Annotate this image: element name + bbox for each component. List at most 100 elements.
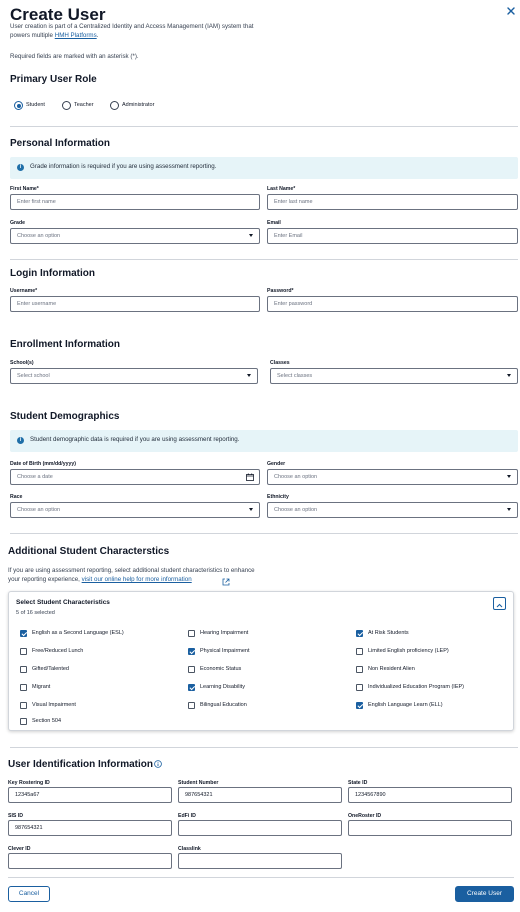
classes-select[interactable]: Select classes bbox=[270, 368, 518, 384]
school-select[interactable]: Select school bbox=[10, 368, 258, 384]
chevron-down-icon bbox=[249, 508, 253, 511]
state-id-label: State ID bbox=[348, 780, 368, 786]
chevron-down-icon bbox=[507, 374, 511, 377]
create-user-button[interactable]: Create User bbox=[455, 886, 514, 902]
gender-label: Gender bbox=[267, 461, 286, 467]
grade-select[interactable]: Choose an option bbox=[10, 228, 260, 244]
cb-visual-impairment-label: Visual Impairment bbox=[32, 702, 76, 708]
cb-section-504-label: Section 504 bbox=[32, 718, 62, 724]
intro-line-2: powers multiple HMH Platforms. bbox=[10, 31, 98, 40]
cb-non-resident-alien-label: Non Resident Alien bbox=[368, 666, 415, 672]
classlink-input[interactable] bbox=[178, 853, 342, 869]
classes-label: Classes bbox=[270, 360, 290, 366]
demographics-info-banner: i Student demographic data is required i… bbox=[10, 430, 518, 452]
characteristics-desc-line-2: your reporting experience, visit our onl… bbox=[8, 575, 192, 584]
cb-hearing-impairment[interactable] bbox=[188, 630, 195, 637]
cb-learning-disability-label: Learning Disability bbox=[200, 684, 245, 690]
hmh-platforms-link[interactable]: HMH Platforms bbox=[55, 32, 97, 39]
gender-select[interactable]: Choose an option bbox=[267, 469, 518, 485]
cb-section-504[interactable] bbox=[20, 718, 27, 725]
info-icon: i bbox=[17, 437, 24, 444]
cb-migrant-label: Migrant bbox=[32, 684, 51, 690]
school-select-value: Select school bbox=[17, 373, 50, 379]
role-student-radio[interactable] bbox=[14, 101, 23, 110]
classes-select-value: Select classes bbox=[277, 373, 313, 379]
close-icon[interactable] bbox=[505, 4, 517, 16]
collapse-button[interactable] bbox=[493, 597, 506, 610]
chevron-down-icon bbox=[507, 475, 511, 478]
oneroster-id-label: OneRoster ID bbox=[348, 813, 382, 819]
grade-info-banner: i Grade information is required if you a… bbox=[10, 157, 518, 179]
divider bbox=[10, 533, 518, 534]
calendar-icon[interactable] bbox=[246, 473, 254, 481]
online-help-link[interactable]: visit our online help for more informati… bbox=[82, 576, 192, 583]
role-teacher-label: Teacher bbox=[74, 102, 94, 108]
password-label: Password* bbox=[267, 288, 294, 294]
password-input[interactable]: Enter password bbox=[267, 296, 518, 312]
edfi-id-input[interactable] bbox=[178, 820, 342, 836]
key-rostering-id-input[interactable]: 12345a67 bbox=[8, 787, 172, 803]
cb-visual-impairment[interactable] bbox=[20, 702, 27, 709]
cb-iep-label: Individualized Education Program (IEP) bbox=[368, 684, 464, 690]
oneroster-id-input[interactable] bbox=[348, 820, 512, 836]
dob-input[interactable]: Choose a date bbox=[10, 469, 260, 485]
required-note: Required fields are marked with an aster… bbox=[10, 53, 139, 60]
cancel-button[interactable]: Cancel bbox=[8, 886, 50, 902]
cb-ell-label: English Language Learn (ELL) bbox=[368, 702, 443, 708]
identification-section-title: User Identification Information bbox=[8, 759, 154, 770]
demographics-info-text: Student demographic data is required if … bbox=[30, 436, 240, 443]
cb-non-resident-alien[interactable] bbox=[356, 666, 363, 673]
ethnicity-label: Ethnicity bbox=[267, 494, 289, 500]
role-student-label: Student bbox=[26, 102, 45, 108]
gender-select-value: Choose an option bbox=[274, 474, 318, 480]
cb-physical-impairment[interactable] bbox=[188, 648, 195, 655]
ethnicity-select[interactable]: Choose an option bbox=[267, 502, 518, 518]
demographics-section-title: Student Demographics bbox=[10, 411, 120, 422]
cb-esl[interactable] bbox=[20, 630, 27, 637]
characteristics-desc-text: your reporting experience, bbox=[8, 576, 80, 583]
race-select[interactable]: Choose an option bbox=[10, 502, 260, 518]
intro-text: powers multiple bbox=[10, 32, 53, 39]
student-number-input[interactable]: 987654321 bbox=[178, 787, 342, 803]
first-name-input[interactable]: Enter first name bbox=[10, 194, 260, 210]
grade-label: Grade bbox=[10, 220, 25, 226]
grade-select-value: Choose an option bbox=[17, 233, 61, 239]
selected-count: 5 of 16 selected bbox=[16, 610, 55, 616]
login-section-title: Login Information bbox=[10, 268, 95, 279]
dob-input-value: Choose a date bbox=[17, 474, 53, 480]
race-label: Race bbox=[10, 494, 23, 500]
info-circle-icon[interactable] bbox=[154, 760, 162, 768]
cb-economic-status[interactable] bbox=[188, 666, 195, 673]
cb-lep[interactable] bbox=[356, 648, 363, 655]
state-id-input[interactable]: 1234567890 bbox=[348, 787, 512, 803]
last-name-input[interactable]: Enter last name bbox=[267, 194, 518, 210]
role-section-title: Primary User Role bbox=[10, 74, 97, 85]
cb-bilingual-education[interactable] bbox=[188, 702, 195, 709]
clever-id-input[interactable] bbox=[8, 853, 172, 869]
cb-free-reduced-lunch[interactable] bbox=[20, 648, 27, 655]
cb-migrant[interactable] bbox=[20, 684, 27, 691]
external-link-icon[interactable] bbox=[222, 578, 230, 586]
cb-at-risk-students-label: At Risk Students bbox=[368, 630, 409, 636]
sis-id-input[interactable]: 987654321 bbox=[8, 820, 172, 836]
role-administrator-label: Administrator bbox=[122, 102, 155, 108]
intro-period: . bbox=[96, 32, 99, 39]
personal-section-title: Personal Information bbox=[10, 138, 111, 149]
cb-iep[interactable] bbox=[356, 684, 363, 691]
cb-learning-disability[interactable] bbox=[188, 684, 195, 691]
cb-esl-label: English as a Second Language (ESL) bbox=[32, 630, 124, 636]
cb-lep-label: Limited English proficiency (LEP) bbox=[368, 648, 449, 654]
chevron-down-icon bbox=[247, 374, 251, 377]
edfi-id-label: EdFi ID bbox=[178, 813, 196, 819]
characteristics-panel: Select Student Characteristics 5 of 16 s… bbox=[8, 591, 514, 731]
username-input[interactable]: Enter username bbox=[10, 296, 260, 312]
characteristics-desc-line-1: If you are using assessment reporting, s… bbox=[8, 567, 255, 574]
role-teacher-radio[interactable] bbox=[62, 101, 71, 110]
divider bbox=[10, 259, 518, 260]
email-input[interactable]: Enter Email bbox=[267, 228, 518, 244]
role-administrator-radio[interactable] bbox=[110, 101, 119, 110]
key-rostering-id-label: Key Rostering ID bbox=[8, 780, 50, 786]
cb-ell[interactable] bbox=[356, 702, 363, 709]
cb-gifted-talented[interactable] bbox=[20, 666, 27, 673]
cb-at-risk-students[interactable] bbox=[356, 630, 363, 637]
